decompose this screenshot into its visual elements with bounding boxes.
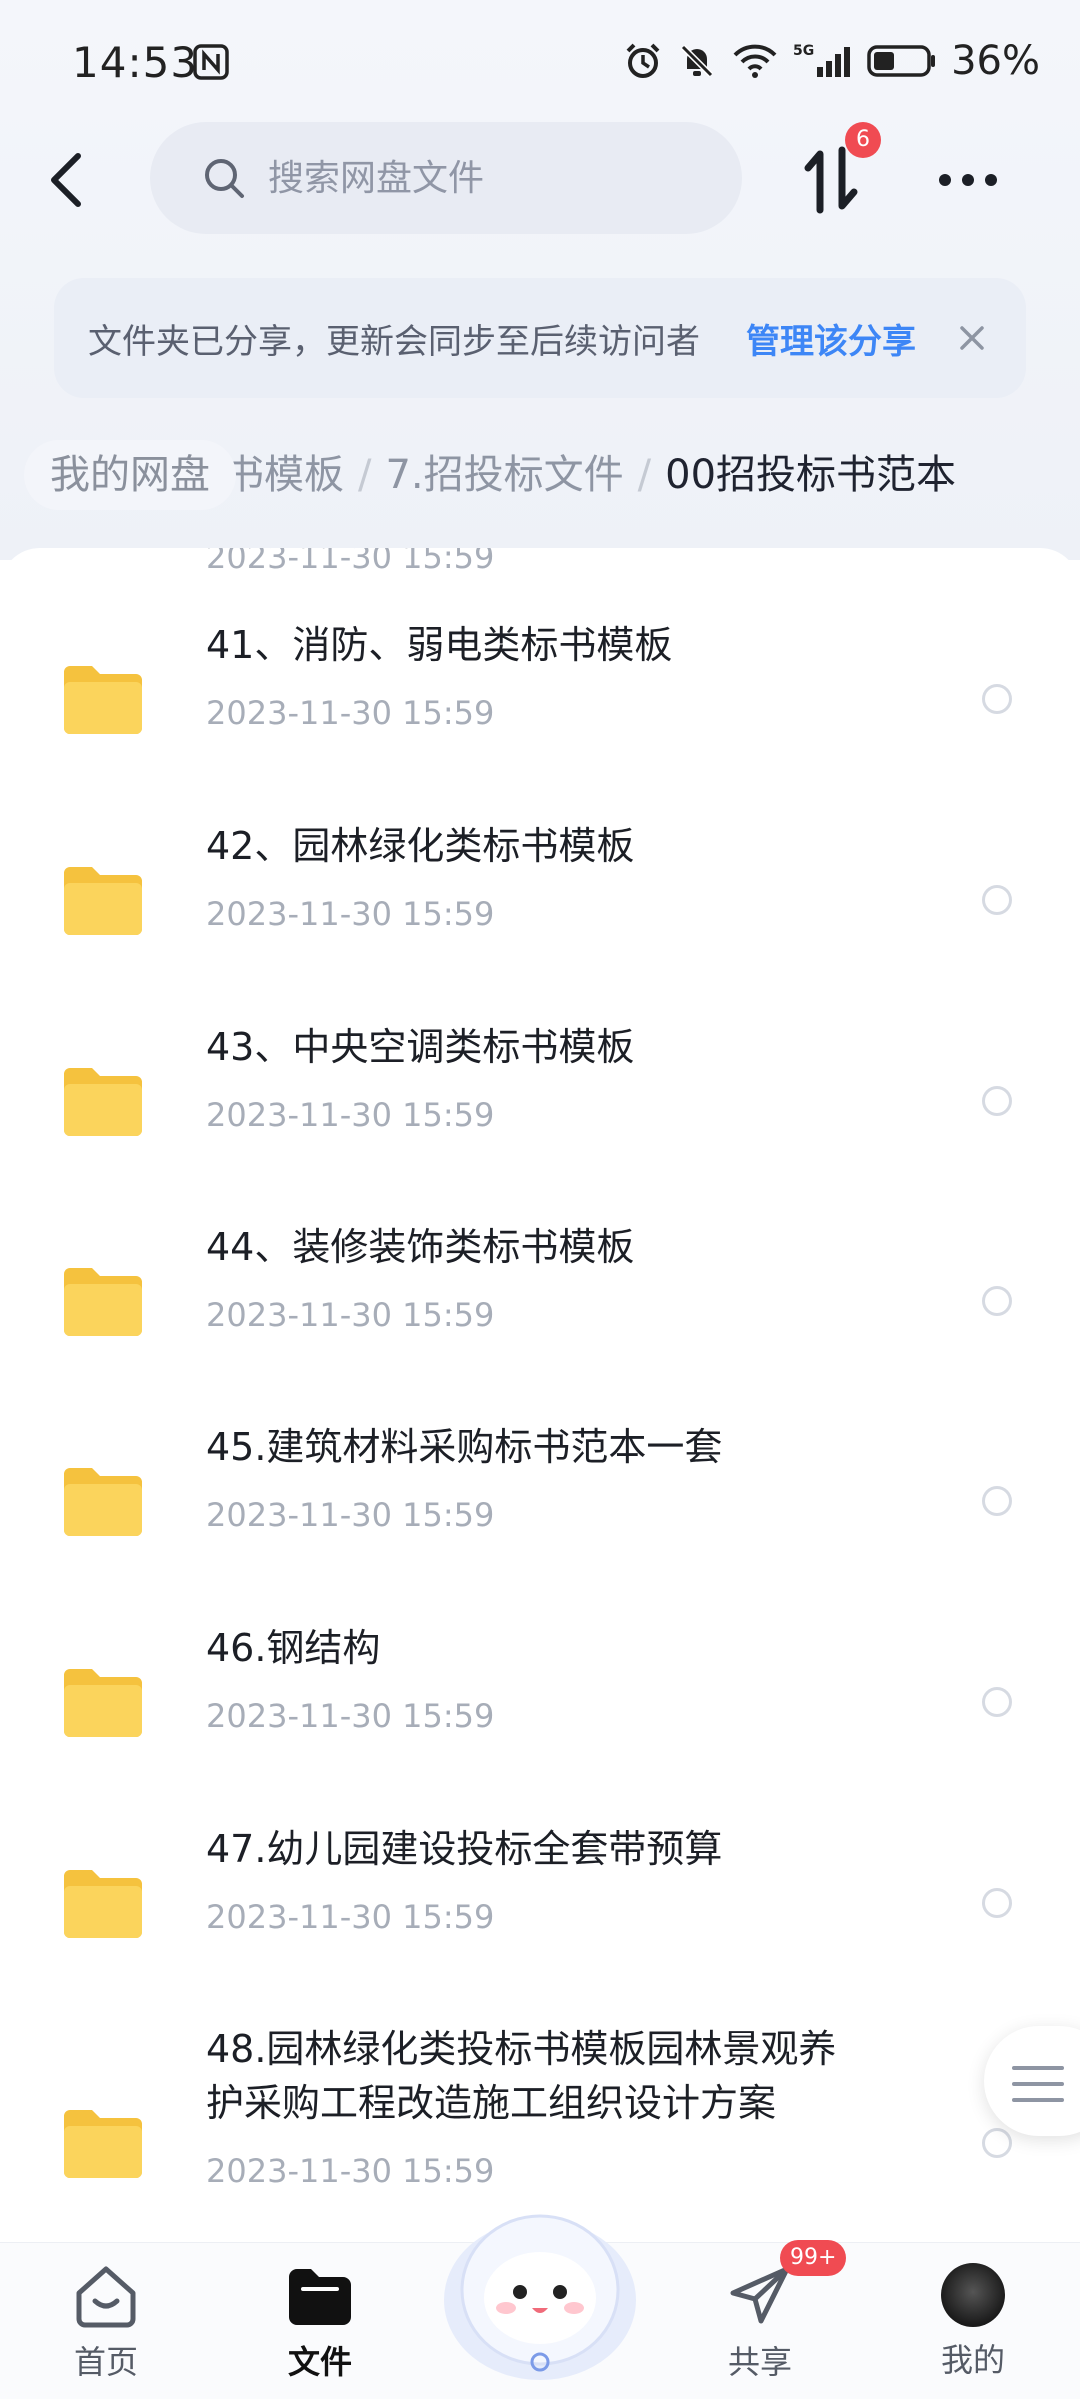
item-name-line2: 护采购工程改造施工组织设计方案 bbox=[206, 2081, 777, 2125]
folder-icon bbox=[64, 867, 142, 935]
item-name-line1: 48.园林绿化类投标书模板园林景观养 bbox=[206, 2027, 837, 2071]
transfer-count-badge: 6 bbox=[845, 122, 881, 158]
select-radio[interactable] bbox=[982, 684, 1012, 714]
nav-mine-label: 我的 bbox=[940, 2341, 1005, 2379]
close-icon[interactable] bbox=[952, 318, 992, 358]
back-button[interactable] bbox=[36, 140, 96, 220]
search-icon bbox=[205, 159, 244, 198]
avatar bbox=[941, 2263, 1005, 2327]
file-list: 2023-11-30 15:59 41、消防、弱电类标书模板 2023-11-3… bbox=[0, 548, 1080, 2242]
item-name: 43、中央空调类标书模板 bbox=[206, 1025, 635, 1069]
item-date: 2023-11-30 15:59 bbox=[206, 1697, 495, 1735]
breadcrumb-current: 00招投标书范本 bbox=[665, 452, 957, 498]
svg-text:5G: 5G bbox=[793, 43, 814, 59]
item-name: 45.建筑材料采购标书范本一套 bbox=[206, 1425, 723, 1469]
nav-share-label: 共享 bbox=[727, 2343, 792, 2381]
list-item[interactable]: 43、中央空调类标书模板 2023-11-30 15:59 bbox=[0, 1020, 1080, 1220]
share-notice-text: 文件夹已分享，更新会同步至后续访问者 bbox=[88, 322, 700, 362]
share-count-badge: 99+ bbox=[780, 2240, 847, 2276]
manage-share-link[interactable]: 管理该分享 bbox=[746, 314, 916, 363]
breadcrumb: 我的网盘 标书模板/7.招投标文件/00招投标书范本 bbox=[0, 440, 1080, 520]
folder-icon bbox=[64, 666, 142, 734]
select-radio[interactable] bbox=[982, 1486, 1012, 1516]
select-radio[interactable] bbox=[982, 1687, 1012, 1717]
item-name: 41、消防、弱电类标书模板 bbox=[206, 623, 673, 667]
nav-home-label: 首页 bbox=[73, 2343, 138, 2381]
item-date: 2023-11-30 15:59 bbox=[206, 1898, 495, 1936]
breadcrumb-item[interactable]: 7.招投标文件 bbox=[385, 452, 623, 498]
status-time: 14:53 bbox=[72, 38, 199, 87]
battery-percent: 36% bbox=[951, 38, 1040, 84]
breadcrumb-separator: / bbox=[358, 452, 372, 498]
select-radio[interactable] bbox=[982, 1286, 1012, 1316]
signal-5g-icon: 5G bbox=[793, 43, 851, 77]
item-date: 2023-11-30 15:59 bbox=[206, 1096, 495, 1134]
item-name: 46.钢结构 bbox=[206, 1626, 381, 1670]
folder-icon bbox=[64, 1870, 142, 1938]
mute-bell-icon bbox=[680, 44, 714, 78]
nav-mine[interactable]: 我的 bbox=[893, 2263, 1053, 2381]
list-item[interactable]: 46.钢结构 2023-11-30 15:59 bbox=[0, 1621, 1080, 1821]
nfc-icon bbox=[193, 44, 229, 80]
wifi-icon bbox=[733, 44, 777, 78]
more-options-button[interactable] bbox=[928, 150, 1008, 210]
breadcrumb-home[interactable]: 我的网盘 bbox=[24, 440, 236, 510]
paper-plane-icon bbox=[730, 2266, 790, 2324]
nav-share[interactable]: 共享 bbox=[680, 2263, 840, 2383]
alarm-icon bbox=[626, 43, 660, 78]
status-icons: 5G 36% bbox=[623, 38, 1040, 84]
breadcrumb-trail: 标书模板/7.招投标文件/00招投标书范本 bbox=[184, 440, 956, 510]
list-item[interactable]: 45.建筑材料采购标书范本一套 2023-11-30 15:59 bbox=[0, 1420, 1080, 1620]
list-item[interactable]: 2023-11-30 15:59 bbox=[0, 548, 1080, 588]
nav-files[interactable]: 文件 bbox=[240, 2263, 400, 2383]
item-date: 2023-11-30 15:59 bbox=[206, 1296, 495, 1334]
select-radio[interactable] bbox=[982, 2128, 1012, 2158]
folder-icon bbox=[64, 2110, 142, 2178]
select-radio[interactable] bbox=[982, 1888, 1012, 1918]
home-face-icon bbox=[76, 2266, 136, 2328]
menu-lines-icon bbox=[1012, 2066, 1064, 2102]
select-radio[interactable] bbox=[982, 885, 1012, 915]
more-dots-icon bbox=[939, 174, 997, 186]
item-date: 2023-11-30 15:59 bbox=[206, 548, 495, 576]
item-date: 2023-11-30 15:59 bbox=[206, 1496, 495, 1534]
item-date: 2023-11-30 15:59 bbox=[206, 694, 495, 732]
folder-icon bbox=[64, 1268, 142, 1336]
search-input[interactable] bbox=[266, 156, 710, 200]
item-name: 42、园林绿化类标书模板 bbox=[206, 824, 635, 868]
list-item[interactable]: 42、园林绿化类标书模板 2023-11-30 15:59 bbox=[0, 819, 1080, 1019]
list-item[interactable]: 47.幼儿园建设投标全套带预算 2023-11-30 15:59 bbox=[0, 1822, 1080, 2022]
folder-icon bbox=[64, 1068, 142, 1136]
select-radio[interactable] bbox=[982, 1086, 1012, 1116]
nav-files-label: 文件 bbox=[287, 2343, 352, 2381]
chevron-left-icon bbox=[51, 153, 81, 207]
share-notice-banner: 文件夹已分享，更新会同步至后续访问者 管理该分享 bbox=[54, 278, 1026, 398]
breadcrumb-separator: / bbox=[637, 452, 652, 498]
mascot-assistant-icon[interactable] bbox=[436, 2180, 644, 2390]
folder-filled-icon bbox=[289, 2269, 351, 2325]
item-name: 44、装修装饰类标书模板 bbox=[206, 1225, 635, 1269]
item-name: 47.幼儿园建设投标全套带预算 bbox=[206, 1827, 723, 1871]
item-date: 2023-11-30 15:59 bbox=[206, 895, 495, 933]
list-item[interactable]: 44、装修装饰类标书模板 2023-11-30 15:59 bbox=[0, 1220, 1080, 1420]
status-bar: 14:53 5G 36% bbox=[0, 0, 1080, 130]
search-bar[interactable] bbox=[150, 122, 742, 234]
nav-home[interactable]: 首页 bbox=[26, 2263, 186, 2383]
folder-icon bbox=[64, 1468, 142, 1536]
list-item[interactable]: 41、消防、弱电类标书模板 2023-11-30 15:59 bbox=[0, 618, 1080, 818]
battery-icon bbox=[867, 45, 936, 77]
folder-icon bbox=[64, 1669, 142, 1737]
